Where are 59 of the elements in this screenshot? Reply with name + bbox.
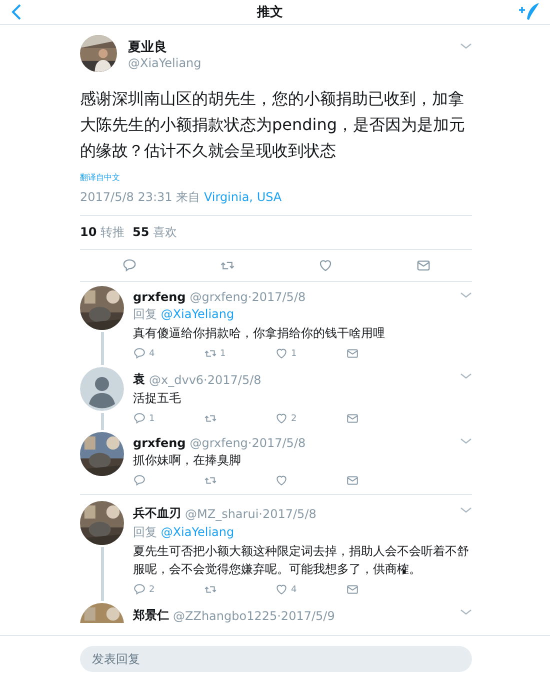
- chevron-icon[interactable]: [460, 41, 472, 51]
- reply-icon[interactable]: [133, 583, 146, 596]
- like-count: 55 喜欢: [132, 224, 178, 241]
- chevron-icon[interactable]: [460, 371, 472, 381]
- count: 1: [220, 348, 226, 358]
- reply-to-line: 回复 @XiaYeliang: [133, 524, 236, 541]
- retweet-count: 10 转推: [80, 224, 125, 241]
- reply-text: 抓你妹啊，在捧臭脚: [133, 452, 242, 469]
- chevron-icon[interactable]: [460, 607, 472, 617]
- envelope-icon[interactable]: [416, 258, 430, 273]
- reply-text: 活捉五毛: [133, 390, 182, 407]
- handle-date: @grxfeng·2017/5/8: [190, 290, 307, 304]
- page-title: 推文: [257, 4, 283, 21]
- handle-date: @grxfeng·2017/5/8: [190, 436, 307, 450]
- handle-date: @ZZhangbo1225·2017/5/9: [173, 608, 336, 622]
- user-name: 兵不血刃: [133, 505, 181, 522]
- envelope-icon[interactable]: [346, 474, 359, 487]
- heart-icon[interactable]: [275, 347, 288, 360]
- reply-icon[interactable]: [133, 412, 146, 425]
- heart-icon[interactable]: [275, 583, 288, 596]
- tweet-text: 感谢深圳南山区的胡先生，您的小额捐助已收到，加拿大陈先生的小额捐款状态为pending，是否因为是加元的缘故？估计不久就会呈现收到状态: [80, 88, 466, 162]
- count: 4: [149, 348, 155, 358]
- reply-to-line: 回复 @XiaYeliang: [133, 306, 236, 323]
- user-name: 夏业良: [128, 38, 168, 56]
- envelope-icon[interactable]: [346, 347, 359, 360]
- chevron-icon[interactable]: [460, 436, 472, 446]
- translate-link[interactable]: 翻译自中文: [80, 172, 120, 183]
- reply-icon[interactable]: [122, 258, 136, 273]
- handle-date: @x_dvv6·2017/5/8: [149, 372, 262, 386]
- mention-link[interactable]: @XiaYeliang: [160, 525, 234, 539]
- count: 2: [149, 584, 155, 594]
- handle-date: @MZ_sharui·2017/5/8: [185, 506, 318, 520]
- count: 1: [291, 348, 297, 358]
- user-name: grxfeng: [133, 290, 186, 304]
- envelope-icon[interactable]: [346, 583, 359, 596]
- reply-icon[interactable]: [133, 474, 146, 487]
- reply-field[interactable]: 发表回复: [80, 646, 472, 672]
- user-handle: @XiaYeliang: [128, 56, 202, 70]
- tweet-time: 2017/5/8 23:31 来自: [80, 190, 200, 204]
- compose-icon[interactable]: [518, 2, 540, 22]
- count: 1: [149, 414, 155, 424]
- heart-icon[interactable]: [318, 258, 332, 273]
- heart-icon[interactable]: [275, 474, 288, 487]
- envelope-icon[interactable]: [346, 412, 359, 425]
- user-name: grxfeng: [133, 436, 186, 450]
- back-icon[interactable]: [10, 3, 22, 21]
- location-link[interactable]: Virginia, USA: [204, 190, 282, 204]
- count: 4: [291, 584, 297, 594]
- user-name: 郑景仁: [133, 607, 169, 623]
- mention-link[interactable]: @XiaYeliang: [160, 307, 234, 321]
- chevron-icon[interactable]: [460, 290, 472, 300]
- heart-icon[interactable]: [275, 412, 288, 425]
- avatar-icon: [80, 367, 124, 411]
- reply-icon[interactable]: [133, 347, 146, 360]
- chevron-icon[interactable]: [460, 505, 472, 515]
- count: 2: [291, 414, 297, 424]
- user-name: 袁: [133, 371, 145, 388]
- reply-text: 真有傻逼给你捐款哈，你拿捐给你的钱干啥用哩: [133, 325, 386, 342]
- reply-text: 夏先生可否把小额大额这种限定词去掉，捐助人会不会听着不舒服呢，会不会觉得您嫌弃呢。可能我想多了，供商榷。: [133, 543, 470, 578]
